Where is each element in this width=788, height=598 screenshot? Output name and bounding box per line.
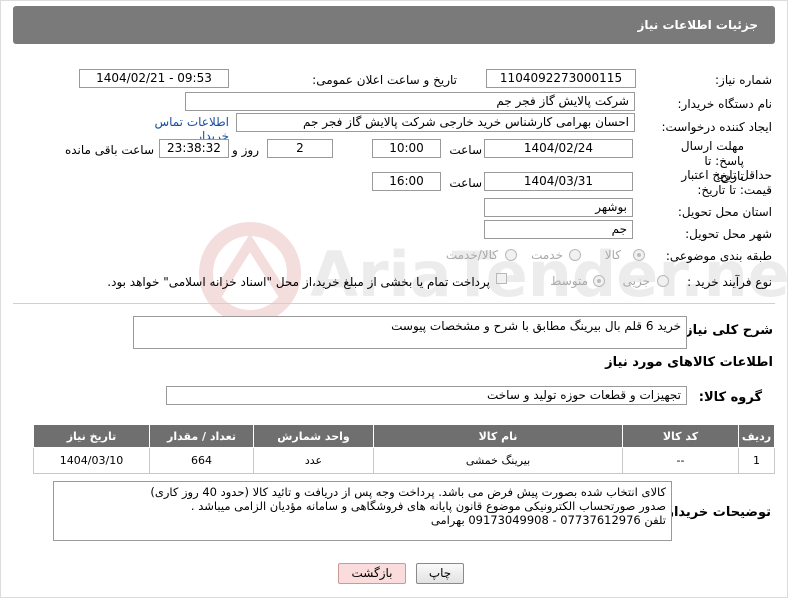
province-field: بوشهر xyxy=(484,198,633,217)
need-summary-textarea[interactable]: خرید 6 قلم بال بیرینگ مطابق با شرح و مشخ… xyxy=(133,316,687,349)
need-number-label: شماره نیاز: xyxy=(715,73,772,87)
page-title: جزئیات اطلاعات نیاز xyxy=(637,18,758,32)
validity-date-field: 1404/03/31 xyxy=(484,172,633,191)
table-row: 1 -- بیرینگ خمشی عدد 664 1404/03/10 xyxy=(33,447,775,474)
section-divider xyxy=(13,303,775,304)
col-header-unit: واحد شمارش xyxy=(253,424,374,448)
purchase-minor-radio[interactable] xyxy=(657,275,669,287)
goods-table: ردیف کد کالا نام کالا واحد شمارش تعداد /… xyxy=(33,424,775,474)
days-and-label: روز و xyxy=(232,143,259,157)
reply-time-label: ساعت xyxy=(449,143,482,157)
category-goods-service-label: کالا/خدمت xyxy=(445,248,498,262)
buyer-org-label: نام دستگاه خریدار: xyxy=(677,97,773,111)
reply-time-field: 10:00 xyxy=(372,139,441,158)
city-field: جم xyxy=(484,220,633,239)
purchase-type-label: نوع فرآیند خرید : xyxy=(687,275,772,289)
cell-code: -- xyxy=(622,447,739,474)
category-label: طبقه بندی موضوعی: xyxy=(665,249,772,263)
purchase-medium-radio[interactable] xyxy=(593,275,605,287)
category-service-label: خدمت xyxy=(531,248,563,262)
hours-left-label: ساعت باقی مانده xyxy=(64,143,154,157)
category-goods-label: کالا xyxy=(604,248,621,262)
category-service-radio[interactable] xyxy=(569,249,581,261)
print-button[interactable]: چاپ xyxy=(416,563,464,584)
category-goods-radio[interactable] xyxy=(633,249,645,261)
buyer-notes-textarea[interactable]: کالای انتخاب شده بصورت پیش فرض می باشد. … xyxy=(53,481,672,541)
need-summary-label: شرح کلی نیاز: xyxy=(679,323,773,338)
announce-datetime-field: 1404/02/21 - 09:53 xyxy=(79,69,229,88)
buyer-org-field: شرکت پالایش گاز فجر جم xyxy=(185,92,635,111)
city-label: شهر محل تحویل: xyxy=(685,227,772,241)
treasury-payment-checkbox[interactable] xyxy=(496,273,507,284)
remaining-time-field: 23:38:32 xyxy=(159,139,229,158)
cell-name: بیرینگ خمشی xyxy=(373,447,623,474)
price-validity-label: حداقل تاریخ اعتبار قیمت: تا تاریخ: xyxy=(681,168,772,197)
col-header-need-date: تاریخ نیاز xyxy=(33,424,150,448)
requester-field: احسان بهرامی کارشناس خرید خارجی شرکت پال… xyxy=(236,113,635,132)
need-number-field: 1104092273000115 xyxy=(486,69,636,88)
goods-group-label: گروه کالا: xyxy=(698,390,762,405)
validity-time-label: ساعت xyxy=(449,176,482,190)
back-button[interactable]: بازگشت xyxy=(338,563,406,584)
col-header-name: نام کالا xyxy=(373,424,623,448)
province-label: استان محل تحویل: xyxy=(677,205,772,219)
goods-info-heading: اطلاعات کالاهای مورد نیاز xyxy=(605,355,773,370)
purchase-medium-label: متوسط xyxy=(550,274,588,288)
purchase-minor-label: جزیی xyxy=(622,274,650,288)
cell-row-no: 1 xyxy=(738,447,775,474)
announce-datetime-label: تاریخ و ساعت اعلان عمومی: xyxy=(312,73,457,87)
cell-qty: 664 xyxy=(149,447,254,474)
reply-date-field: 1404/02/24 xyxy=(484,139,633,158)
cell-unit: عدد xyxy=(253,447,374,474)
days-field: 2 xyxy=(267,139,333,158)
goods-group-field: تجهیزات و قطعات حوزه تولید و ساخت xyxy=(166,386,687,405)
validity-time-field: 16:00 xyxy=(372,172,441,191)
category-goods-service-radio[interactable] xyxy=(505,249,517,261)
cell-need-date: 1404/03/10 xyxy=(33,447,150,474)
col-header-row-no: ردیف xyxy=(738,424,775,448)
requester-label: ایجاد کننده درخواست: xyxy=(661,120,772,134)
col-header-code: کد کالا xyxy=(622,424,739,448)
buyer-notes-label: توضیحات خریدار: xyxy=(661,505,771,520)
col-header-qty: تعداد / مقدار xyxy=(149,424,254,448)
goods-table-wrap: ردیف کد کالا نام کالا واحد شمارش تعداد /… xyxy=(33,424,775,474)
treasury-payment-note: پرداخت تمام یا بخشی از مبلغ خرید،از محل … xyxy=(107,275,490,289)
